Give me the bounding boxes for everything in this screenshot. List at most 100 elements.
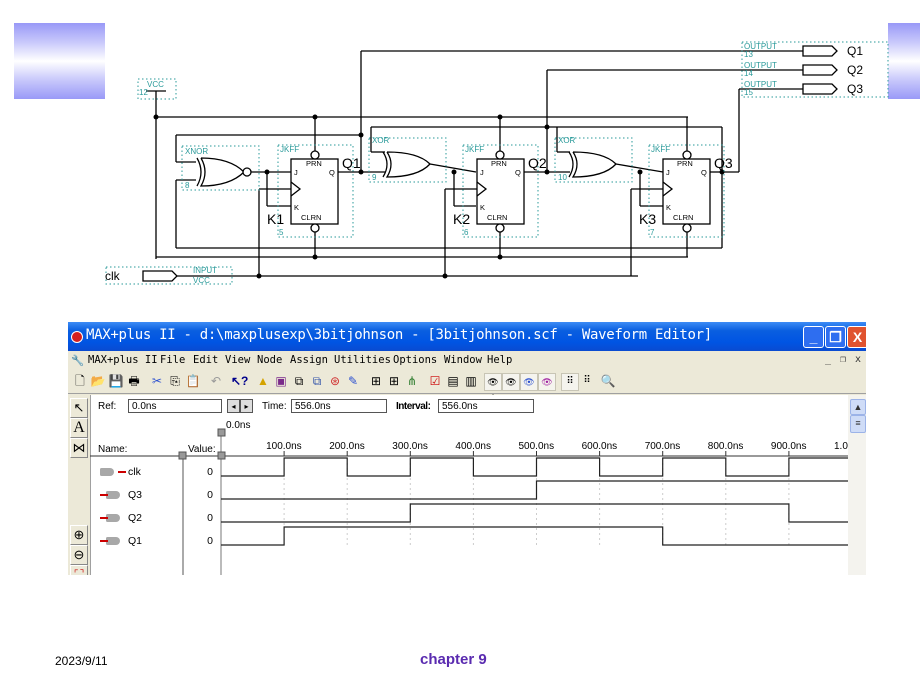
mdi-close-button[interactable]: x — [855, 354, 861, 365]
time-tick-label: 1.0 — [834, 441, 848, 452]
show-node-ba-icon[interactable]: 👁 — [502, 373, 520, 391]
minimize-button[interactable]: _ — [803, 326, 824, 348]
menu-utilities[interactable]: Utilities — [334, 354, 391, 366]
help-pointer-icon[interactable]: ↖? — [231, 373, 248, 389]
undo-icon[interactable]: ↶ — [208, 373, 224, 389]
waveform-editor-window: MAX+plus II - d:\maxplusexp\3bitjohnson … — [68, 322, 866, 575]
copy-icon[interactable]: ⎘ — [167, 373, 183, 389]
ref-next-button[interactable]: ▸ — [240, 399, 253, 413]
ref-prev-button[interactable]: ◂ — [227, 399, 240, 413]
time-input[interactable]: 556.0ns — [291, 399, 387, 413]
menu-file[interactable]: File — [160, 354, 185, 366]
output-pin-icon — [100, 490, 124, 500]
value-column-splitter[interactable] — [217, 451, 226, 460]
menu-node[interactable]: Node — [257, 354, 282, 366]
ref-input[interactable]: 0.0ns — [128, 399, 222, 413]
menu-bar: 🔧 MAX+plus II File Edit View Node Assign… — [68, 351, 866, 370]
title-bar[interactable]: MAX+plus II - d:\maxplusexp\3bitjohnson … — [68, 322, 866, 351]
project-save-check-icon[interactable]: ⊞ — [386, 373, 402, 389]
menu-maxplus[interactable]: MAX+plus II — [88, 354, 158, 366]
gate-xnor-label: XNOR — [185, 147, 208, 156]
name-column-splitter[interactable] — [178, 451, 187, 460]
signal-name[interactable]: Q3 — [128, 489, 142, 501]
node-grid-icon[interactable]: ⠿ — [579, 373, 595, 389]
show-node-a-icon[interactable]: 👁A — [484, 373, 502, 403]
print-icon[interactable]: 🖶 — [126, 373, 142, 389]
hierarchy-up-icon[interactable]: ▲ — [255, 373, 271, 389]
interval-input[interactable]: 556.0ns — [438, 399, 534, 413]
ff2-pin-k: K — [480, 203, 485, 212]
paste-icon[interactable]: 📋 — [185, 373, 201, 389]
menu-window[interactable]: Window — [444, 354, 482, 366]
floorplan-icon[interactable]: ▣ — [273, 373, 289, 389]
restore-button[interactable]: ❐ — [825, 326, 846, 348]
signal-value: 0 — [207, 466, 213, 478]
ff1-out-label: Q1 — [342, 155, 361, 171]
save-icon[interactable]: 💾 — [108, 373, 124, 389]
save-check-icon[interactable]: ☑ — [427, 373, 443, 389]
menu-edit[interactable]: Edit — [193, 354, 218, 366]
overwrite-tool-icon[interactable]: ⋈ — [70, 438, 88, 458]
waveform-clk[interactable] — [221, 457, 848, 477]
menu-app-icon[interactable]: 🔧 — [71, 354, 84, 367]
output-pin-icon — [100, 536, 124, 546]
compiler-icon[interactable]: ⧉ — [291, 373, 307, 389]
slide-date: 2023/9/11 — [55, 654, 108, 668]
vcc-num: 12 — [139, 88, 148, 97]
time-tick-label: 400.0ns — [455, 441, 491, 452]
zoom-in-icon[interactable]: ⊕ — [70, 525, 88, 545]
show-node-bus-icon[interactable]: 👁 — [520, 373, 538, 391]
pointer-tool-icon[interactable]: ↖ — [70, 398, 88, 418]
waveform-q2[interactable] — [221, 503, 848, 523]
left-toolbox: ↖ A ⋈ ⊕ ⊖ ⛶ — [68, 395, 91, 575]
simulator-icon[interactable]: ⧉ — [309, 373, 325, 389]
ff1-pin-prn: PRN — [306, 159, 322, 168]
output2-num: 14 — [744, 69, 753, 78]
waveform-area: 0.0ns Name: Value: 100.0ns 200.0ns 300.0ns… — [90, 418, 848, 575]
window-title: MAX+plus II - d:\maxplusexp\3bitjohnson … — [86, 327, 712, 343]
new-file-icon[interactable]: 🗋 — [72, 373, 88, 389]
programmer-icon[interactable]: ✎ — [345, 373, 361, 389]
time-tick-label: 800.0ns — [708, 441, 744, 452]
time-tick-label: 100.0ns — [266, 441, 302, 452]
app-icon[interactable] — [71, 331, 83, 343]
close-button[interactable]: X — [847, 326, 866, 348]
output-q2-name: Q2 — [847, 63, 863, 77]
fit-window-icon[interactable]: ⛶ — [70, 565, 88, 575]
menu-options[interactable]: Options — [393, 354, 437, 366]
waveform-q3[interactable] — [221, 480, 848, 500]
signal-name[interactable]: Q2 — [128, 512, 142, 524]
zoom-out-icon[interactable]: ⊖ — [70, 545, 88, 565]
save-simulate-icon[interactable]: ▥ — [463, 373, 479, 389]
scroll-thumb[interactable]: ≡ — [850, 415, 866, 433]
time-tick-label: 900.0ns — [771, 441, 807, 452]
signal-value: 0 — [207, 489, 213, 501]
time-cursor-handle[interactable] — [217, 428, 226, 437]
text-tool-icon[interactable]: A — [70, 418, 88, 438]
ff1-pin-clrn: CLRN — [301, 213, 321, 222]
vertical-scrollbar[interactable]: ▲ ≡ — [848, 395, 866, 575]
menu-assign[interactable]: Assign — [290, 354, 328, 366]
info-bar: Ref: 0.0ns ◂ ▸ Time: 556.0ns Interval: 5… — [90, 395, 844, 418]
output-q3-name: Q3 — [847, 82, 863, 96]
menu-help[interactable]: Help — [487, 354, 512, 366]
waveform-q1[interactable] — [221, 526, 848, 546]
open-folder-icon[interactable]: 📂 — [90, 373, 106, 389]
mdi-restore-button[interactable]: ❐ — [840, 354, 846, 365]
cut-icon[interactable]: ✂ — [149, 373, 165, 389]
ff3-pin-j: J — [666, 168, 670, 177]
signal-name[interactable]: clk — [128, 466, 141, 478]
timing-analyzer-icon[interactable]: ⊛ — [327, 373, 343, 389]
mdi-minimize-button[interactable]: _ — [825, 354, 831, 365]
menu-view[interactable]: View — [225, 354, 250, 366]
signal-name[interactable]: Q1 — [128, 535, 142, 547]
project-save-compile-icon[interactable]: ⋔ — [404, 373, 420, 389]
waveform-panel: ↖ A ⋈ ⊕ ⊖ ⛶ Ref: 0.0ns ◂ ▸ Time: 556.0ns… — [68, 395, 866, 575]
snap-grid-icon[interactable]: ⠿ — [561, 373, 579, 391]
save-compile-icon[interactable]: ▤ — [445, 373, 461, 389]
scroll-up-icon[interactable]: ▲ — [850, 399, 866, 415]
project-set-icon[interactable]: ⊞ — [368, 373, 384, 389]
time-tick-label: 500.0ns — [519, 441, 555, 452]
zoom-region-icon[interactable]: 🔍 — [600, 373, 616, 389]
show-node-group-icon[interactable]: 👁 — [538, 373, 556, 391]
